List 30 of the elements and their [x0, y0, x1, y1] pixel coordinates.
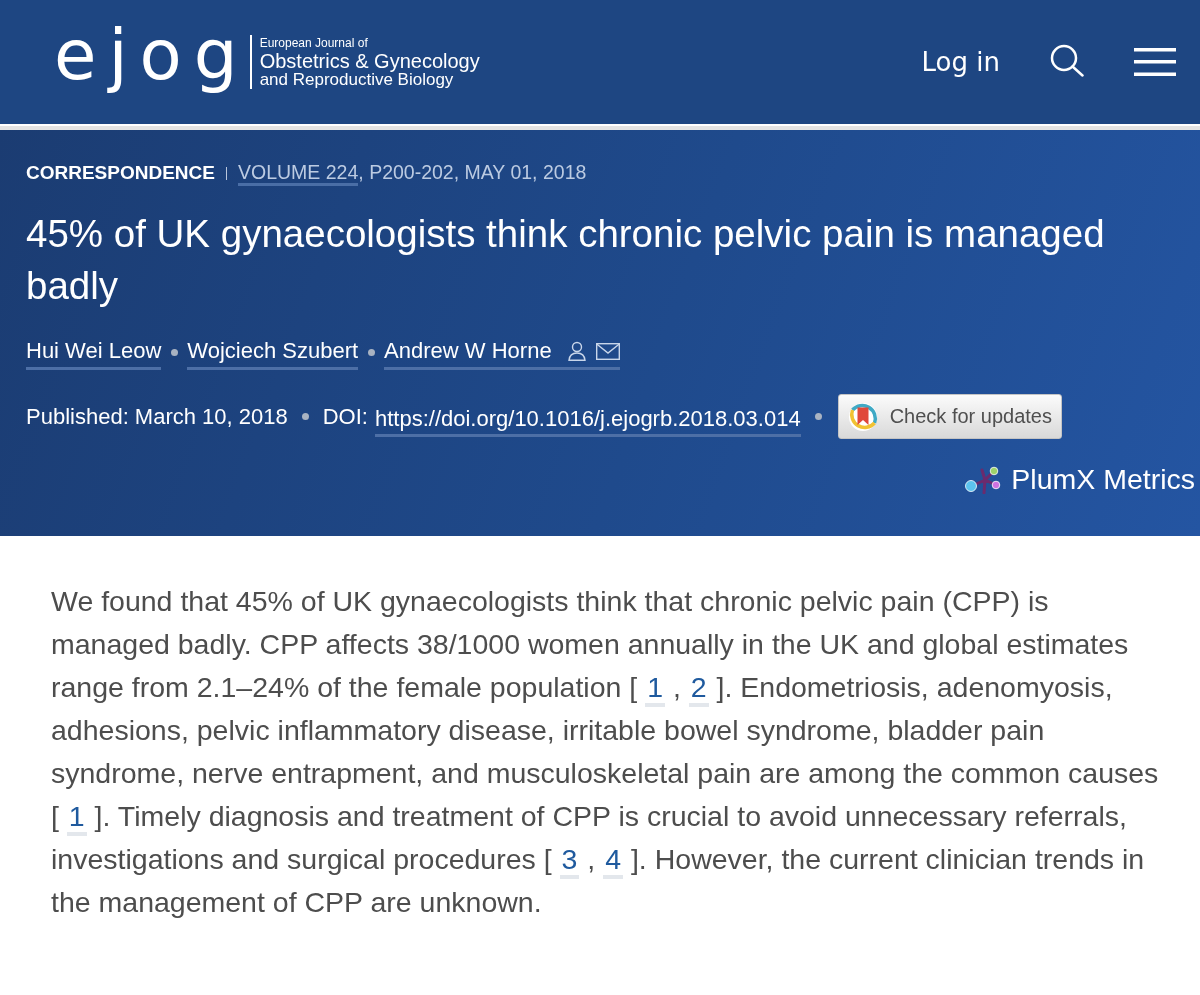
- article-title: 45% of UK gynaecologists think chronic pelvic pain is managed badly: [26, 211, 1106, 309]
- login-link[interactable]: Log in: [921, 47, 1000, 77]
- author-link[interactable]: Wojciech Szubert: [187, 339, 359, 370]
- published-date-text: Published: March 10, 2018: [26, 403, 288, 430]
- separator-dot-icon: [301, 413, 309, 420]
- article-type-label: CORRESPONDENCE: [26, 162, 215, 184]
- separator-dot-icon: [814, 413, 822, 420]
- doi-label: DOI:: [322, 403, 368, 430]
- author-link[interactable]: Hui Wei Leow: [26, 339, 162, 370]
- reference-link[interactable]: 2: [688, 671, 709, 707]
- issue-details-text: , P200-202, MAY 01, 2018: [358, 161, 587, 183]
- menu-icon[interactable]: [1134, 48, 1176, 76]
- doi-link[interactable]: https://doi.org/10.1016/j.ejogrb.2018.03.014: [374, 400, 801, 437]
- volume-link[interactable]: VOLUME 224: [238, 161, 359, 186]
- plumx-metrics-link[interactable]: PlumX Metrics: [965, 463, 1195, 496]
- ribbon-ring-icon: [846, 400, 879, 433]
- reference-link[interactable]: 3: [559, 843, 580, 879]
- node-cluster-icon: [965, 465, 1002, 494]
- journal-name-line: Obstetrics & Gynecology: [259, 50, 480, 71]
- abstract-paragraph: We found that 45% of UK gynaecologists think that chronic pelvic pain (CPP) is managed badly. CPP affects 38/1000 women annually in the UK and global estimates range from 2.1–24% of the female population [ 1 , 2 ]. Endometriosis, adenomyosis, adhesions, pelvic inflammatory disease, irritable bowel syndrome, bladder pain syndrome, nerve entrapment, and musculoskeletal pain are among the common causes [ 1 ]. Timely diagnosis and treatment of CPP is crucial to avoid unnecessary referrals, investigations and surgical procedures [ 3 , 4 ]. However, the current clinician trends in the management of CPP are unknown.: [51, 584, 1160, 920]
- check-for-updates-button[interactable]: Check for updates: [837, 394, 1062, 439]
- reference-link[interactable]: 4: [603, 843, 624, 879]
- reference-link[interactable]: 1: [66, 800, 87, 836]
- reference-link[interactable]: 1: [645, 671, 665, 707]
- journal-name-line: European Journal of: [259, 36, 369, 49]
- search-icon[interactable]: [1050, 43, 1084, 77]
- separator-dot-icon: [368, 349, 376, 356]
- journal-name-line: and Reproductive Biology: [259, 70, 454, 88]
- author-link[interactable]: Andrew W Horne: [384, 339, 620, 370]
- separator-dot-icon: [171, 349, 179, 356]
